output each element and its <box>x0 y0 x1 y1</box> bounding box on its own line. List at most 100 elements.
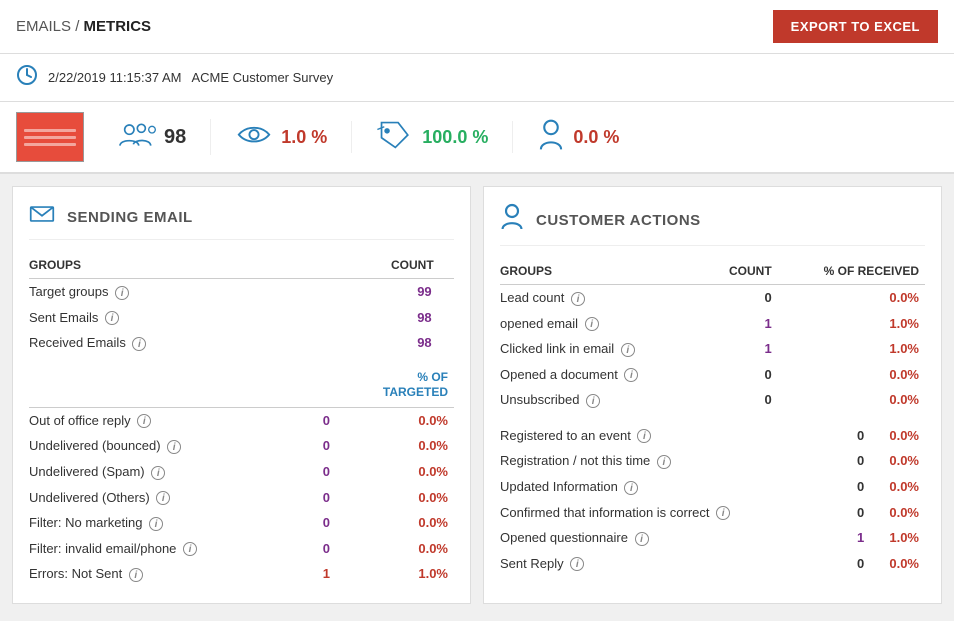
sending-email-table-bottom: % OFTARGETED Out of office reply i 0 0.0… <box>29 366 454 587</box>
table-row: Updated Information i 0 0.0% <box>500 474 925 500</box>
table-row: Registration / not this time i 0 0.0% <box>500 448 925 474</box>
table-row: Filter: No marketing i 0 0.0% <box>29 510 454 536</box>
open-rate-value: 1.0 % <box>281 127 327 148</box>
row-count: 0 <box>707 285 780 311</box>
info-icon[interactable]: i <box>105 311 119 325</box>
row-label: Undelivered (Spam) i <box>29 459 313 485</box>
sending-email-panel: SENDING EMAIL GROUPS COUNT Target groups… <box>12 186 471 604</box>
row-pct: 1.0% <box>338 561 454 587</box>
info-icon[interactable]: i <box>183 542 197 556</box>
breadcrumb-emails: EMAILS <box>16 18 71 35</box>
sending-email-title: SENDING EMAIL <box>29 203 454 240</box>
row-pct: 0.0% <box>872 423 925 449</box>
row-label: Opened questionnaire i <box>500 525 850 551</box>
info-icon[interactable]: i <box>151 466 165 480</box>
pct-targeted-header: % OFTARGETED <box>338 366 454 408</box>
row-label: Clicked link in email i <box>500 336 707 362</box>
row-count: 0 <box>850 423 873 449</box>
recipients-count: 98 <box>164 126 186 149</box>
row-count: 0 <box>850 500 873 526</box>
metric-click-rate: 100.0 % <box>352 121 513 153</box>
table-row: Undelivered (Spam) i 0 0.0% <box>29 459 454 485</box>
table-row: opened email i 1 1.0% <box>500 311 925 337</box>
info-icon[interactable]: i <box>586 394 600 408</box>
info-icon[interactable]: i <box>624 481 638 495</box>
info-icon[interactable]: i <box>571 292 585 306</box>
table-row: Errors: Not Sent i 1 1.0% <box>29 561 454 587</box>
metric-open-rate: 1.0 % <box>211 121 352 153</box>
row-count: 1 <box>850 525 873 551</box>
eye-icon <box>235 121 273 153</box>
row-label: Filter: No marketing i <box>29 510 313 536</box>
unsub-rate-value: 0.0 % <box>573 127 619 148</box>
info-icon[interactable]: i <box>115 286 129 300</box>
row-label: Sent Emails i <box>29 305 324 331</box>
row-label: Undelivered (Others) i <box>29 485 313 511</box>
info-icon[interactable]: i <box>716 506 730 520</box>
row-count: 0 <box>313 433 338 459</box>
info-icon[interactable]: i <box>624 368 638 382</box>
row-label: Received Emails i <box>29 330 324 356</box>
metric-recipients: 98 <box>92 119 211 155</box>
info-icon[interactable]: i <box>137 414 151 428</box>
row-count: 98 <box>324 330 440 356</box>
row-label: Registered to an event i <box>500 423 850 449</box>
row-label: Updated Information i <box>500 474 850 500</box>
datetime-label: 2/22/2019 11:15:37 AM <box>48 70 181 85</box>
info-icon[interactable]: i <box>129 568 143 582</box>
row-count: 99 <box>324 279 440 305</box>
breadcrumb-metrics: METRICS <box>84 18 152 35</box>
row-pct: 1.0% <box>872 525 925 551</box>
table-row: Clicked link in email i 1 1.0% <box>500 336 925 362</box>
info-icon[interactable]: i <box>149 517 163 531</box>
row-label: Out of office reply i <box>29 407 313 433</box>
row-count: 0 <box>707 387 780 413</box>
sending-email-table-top: GROUPS COUNT Target groups i 99 Sent Ema… <box>29 254 454 356</box>
email-icon <box>29 203 55 231</box>
row-pct: 0.0% <box>338 485 454 511</box>
table-row: Filter: invalid email/phone i 0 0.0% <box>29 536 454 562</box>
row-pct: 0.0% <box>780 387 925 413</box>
info-icon[interactable]: i <box>637 429 651 443</box>
row-pct: 0.0% <box>872 474 925 500</box>
row-count: 0 <box>313 459 338 485</box>
row-count: 0 <box>850 474 873 500</box>
customer-actions-table-top: GROUPS COUNT % OF RECEIVED Lead count i … <box>500 260 925 413</box>
info-icon[interactable]: i <box>621 343 635 357</box>
row-count: 0 <box>707 362 780 388</box>
row-count: 0 <box>313 510 338 536</box>
table-row: Sent Emails i 98 <box>29 305 454 331</box>
table-row: Undelivered (bounced) i 0 0.0% <box>29 433 454 459</box>
tag-icon <box>376 121 414 153</box>
row-label: Sent Reply i <box>500 551 850 577</box>
info-icon[interactable]: i <box>570 557 584 571</box>
table-row: Target groups i 99 <box>29 279 454 305</box>
survey-name-label: ACME Customer Survey <box>191 70 333 85</box>
info-icon[interactable]: i <box>132 337 146 351</box>
row-count: 0 <box>850 448 873 474</box>
table-row: Sent Reply i 0 0.0% <box>500 551 925 577</box>
main-content: SENDING EMAIL GROUPS COUNT Target groups… <box>0 174 954 616</box>
row-label: Lead count i <box>500 285 707 311</box>
email-thumbnail <box>16 112 84 162</box>
row-label: Undelivered (bounced) i <box>29 433 313 459</box>
info-icon[interactable]: i <box>585 317 599 331</box>
row-pct: 0.0% <box>338 536 454 562</box>
info-icon[interactable]: i <box>167 440 181 454</box>
info-icon[interactable]: i <box>635 532 649 546</box>
row-pct: 0.0% <box>872 551 925 577</box>
info-bar: 2/22/2019 11:15:37 AM ACME Customer Surv… <box>0 54 954 102</box>
export-to-excel-button[interactable]: EXPORT TO EXCEL <box>773 10 938 43</box>
row-pct: 0.0% <box>780 362 925 388</box>
sending-email-label: SENDING EMAIL <box>67 209 193 226</box>
row-count: 0 <box>313 407 338 433</box>
metric-unsub-rate: 0.0 % <box>513 119 643 155</box>
customer-actions-panel: CUSTOMER ACTIONS GROUPS COUNT % OF RECEI… <box>483 186 942 604</box>
info-icon[interactable]: i <box>156 491 170 505</box>
table-row: Lead count i 0 0.0% <box>500 285 925 311</box>
metrics-bar: 98 1.0 % 100.0 % 0.0 % <box>0 102 954 174</box>
row-pct: 0.0% <box>780 285 925 311</box>
info-icon[interactable]: i <box>657 455 671 469</box>
row-label: Confirmed that information is correct i <box>500 500 850 526</box>
groups-header: GROUPS <box>29 254 324 279</box>
